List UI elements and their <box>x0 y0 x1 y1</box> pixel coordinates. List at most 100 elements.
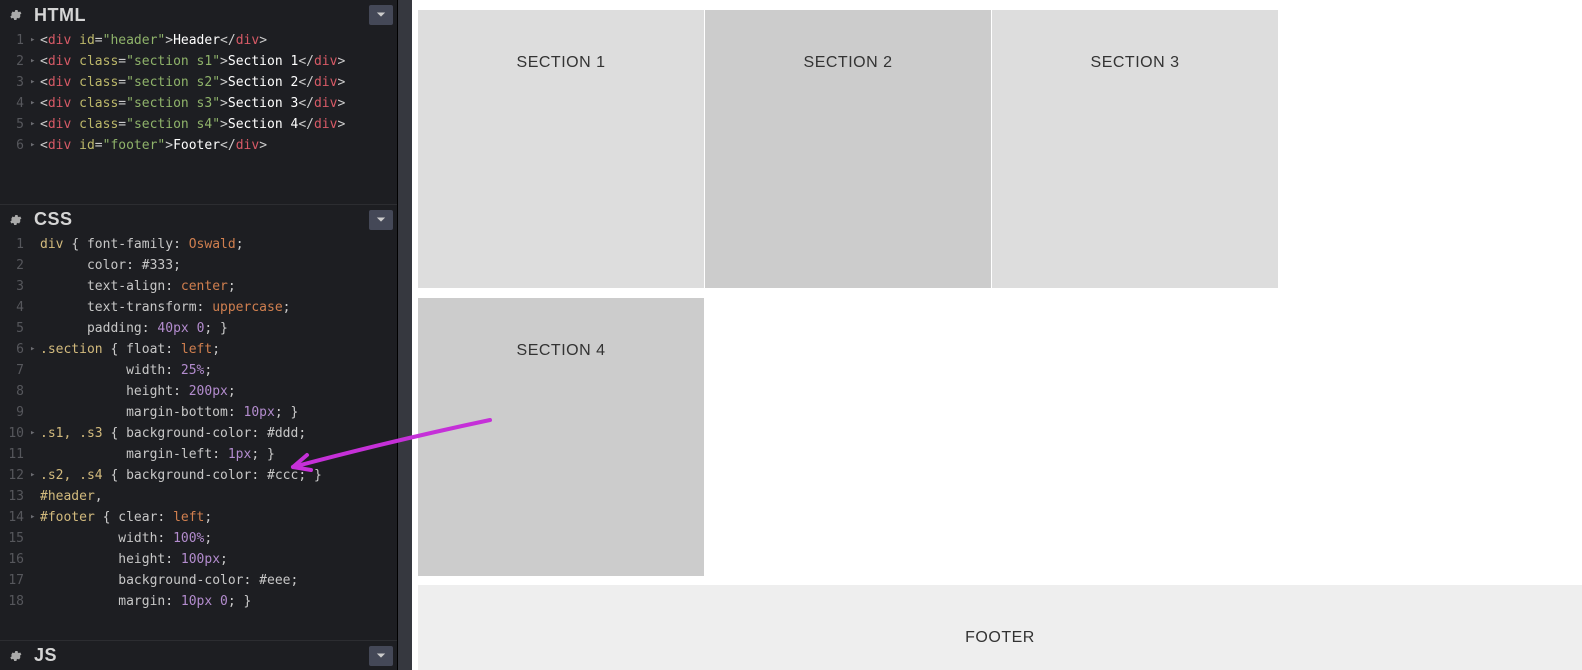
preview-row-top: SECTION 1 SECTION 2 SECTION 3 <box>418 10 1278 288</box>
code-content: #footer { clear: left; <box>40 507 397 528</box>
code-content: .s2, .s4 { background-color: #ccc; } <box>40 465 397 486</box>
chevron-down-icon[interactable] <box>369 210 393 230</box>
line-number: 16 <box>0 549 30 570</box>
code-content: <div class="section s1">Section 1</div> <box>40 51 397 72</box>
section-label: SECTION 3 <box>1091 54 1180 71</box>
fold-gap <box>30 360 40 381</box>
code-line: 11 margin-left: 1px; } <box>0 444 397 465</box>
code-content: width: 25%; <box>40 360 397 381</box>
code-line: 1 ▸ <div id="header">Header</div> <box>0 30 397 51</box>
code-line: 12▸.s2, .s4 { background-color: #ccc; } <box>0 465 397 486</box>
panel-js-header: JS <box>0 640 397 670</box>
fold-icon[interactable]: ▸ <box>30 465 40 486</box>
code-content: <div class="section s2">Section 2</div> <box>40 72 397 93</box>
fold-gap <box>30 276 40 297</box>
panel-css: CSS 1div { font-family: Oswald; 2 color:… <box>0 204 397 640</box>
panel-html: HTML 1 ▸ <div id="header">Header</div> 2… <box>0 0 397 204</box>
fold-icon[interactable]: ▸ <box>30 507 40 528</box>
fold-gap <box>30 591 40 612</box>
code-content: .s1, .s3 { background-color: #ddd; <box>40 423 397 444</box>
fold-gap <box>30 486 40 507</box>
fold-gap <box>30 444 40 465</box>
fold-icon[interactable]: ▸ <box>30 93 40 114</box>
code-line: 4 ▸ <div class="section s3">Section 3</d… <box>0 93 397 114</box>
vertical-splitter[interactable] <box>398 0 412 670</box>
line-number: 12 <box>0 465 30 486</box>
line-number: 8 <box>0 381 30 402</box>
line-number: 11 <box>0 444 30 465</box>
code-content: width: 100%; <box>40 528 397 549</box>
preview-section-1: SECTION 1 <box>418 10 704 288</box>
preview-section-3: SECTION 3 <box>992 10 1278 288</box>
line-number: 2 <box>0 255 30 276</box>
code-content: .section { float: left; <box>40 339 397 360</box>
html-code-editor[interactable]: 1 ▸ <div id="header">Header</div> 2 ▸ <d… <box>0 30 397 204</box>
code-line: 1 div { font-family: Oswald; <box>0 234 397 255</box>
code-line: 18 margin: 10px 0; } <box>0 591 397 612</box>
code-content: margin: 10px 0; } <box>40 591 397 612</box>
line-number: 4 <box>0 93 30 114</box>
fold-icon[interactable]: ▸ <box>30 72 40 93</box>
footer-label: FOOTER <box>965 629 1035 646</box>
fold-icon[interactable]: ▸ <box>30 339 40 360</box>
line-number: 5 <box>0 114 30 135</box>
code-line: 13 #header, <box>0 486 397 507</box>
fold-icon[interactable]: ▸ <box>30 30 40 51</box>
line-number: 13 <box>0 486 30 507</box>
code-content: height: 200px; <box>40 381 397 402</box>
panel-html-title: HTML <box>34 5 361 26</box>
code-line: 5 ▸ <div class="section s4">Section 4</d… <box>0 114 397 135</box>
chevron-down-icon[interactable] <box>369 5 393 25</box>
fold-icon[interactable]: ▸ <box>30 135 40 156</box>
line-number: 1 <box>0 234 30 255</box>
fold-icon[interactable]: ▸ <box>30 423 40 444</box>
line-number: 15 <box>0 528 30 549</box>
line-number: 18 <box>0 591 30 612</box>
code-content: text-align: center; <box>40 276 397 297</box>
code-content: #header, <box>40 486 397 507</box>
line-number: 9 <box>0 402 30 423</box>
code-line: 3 ▸ <div class="section s2">Section 2</d… <box>0 72 397 93</box>
fold-gap <box>30 318 40 339</box>
gear-icon[interactable] <box>4 4 26 26</box>
fold-gap <box>30 528 40 549</box>
code-content: color: #333; <box>40 255 397 276</box>
fold-icon[interactable]: ▸ <box>30 51 40 72</box>
preview-pane: SECTION 1 SECTION 2 SECTION 3 SECTION 4 … <box>412 0 1582 670</box>
css-code-editor[interactable]: 1 div { font-family: Oswald; 2 color: #33… <box>0 234 397 620</box>
panel-html-header: HTML <box>0 0 397 30</box>
code-line: 8 height: 200px; <box>0 381 397 402</box>
code-line: 5 padding: 40px 0; } <box>0 318 397 339</box>
preview-footer: FOOTER <box>418 585 1582 670</box>
code-content: text-transform: uppercase; <box>40 297 397 318</box>
code-line: 2 ▸ <div class="section s1">Section 1</d… <box>0 51 397 72</box>
editors-column: HTML 1 ▸ <div id="header">Header</div> 2… <box>0 0 398 670</box>
fold-gap <box>30 297 40 318</box>
section-label: SECTION 4 <box>517 342 606 359</box>
preview-section-2: SECTION 2 <box>705 10 991 288</box>
gear-icon[interactable] <box>4 645 26 667</box>
code-line: 10▸.s1, .s3 { background-color: #ddd; <box>0 423 397 444</box>
code-content: margin-bottom: 10px; } <box>40 402 397 423</box>
line-number: 17 <box>0 570 30 591</box>
gear-icon[interactable] <box>4 209 26 231</box>
code-content: margin-left: 1px; } <box>40 444 397 465</box>
code-content: <div class="section s4">Section 4</div> <box>40 114 397 135</box>
fold-icon[interactable]: ▸ <box>30 114 40 135</box>
chevron-down-icon[interactable] <box>369 646 393 666</box>
fold-gap <box>30 381 40 402</box>
code-content: <div class="section s3">Section 3</div> <box>40 93 397 114</box>
code-line: 4 text-transform: uppercase; <box>0 297 397 318</box>
code-content: div { font-family: Oswald; <box>40 234 397 255</box>
panel-js: JS <box>0 640 397 670</box>
code-content: <div id="header">Header</div> <box>40 30 397 51</box>
code-line: 6▸.section { float: left; <box>0 339 397 360</box>
section-label: SECTION 1 <box>517 54 606 71</box>
code-content: <div id="footer">Footer</div> <box>40 135 397 156</box>
code-line: 17 background-color: #eee; <box>0 570 397 591</box>
fold-gap <box>30 255 40 276</box>
line-number: 10 <box>0 423 30 444</box>
fold-gap <box>30 402 40 423</box>
panel-js-title: JS <box>34 645 361 666</box>
code-line: 15 width: 100%; <box>0 528 397 549</box>
